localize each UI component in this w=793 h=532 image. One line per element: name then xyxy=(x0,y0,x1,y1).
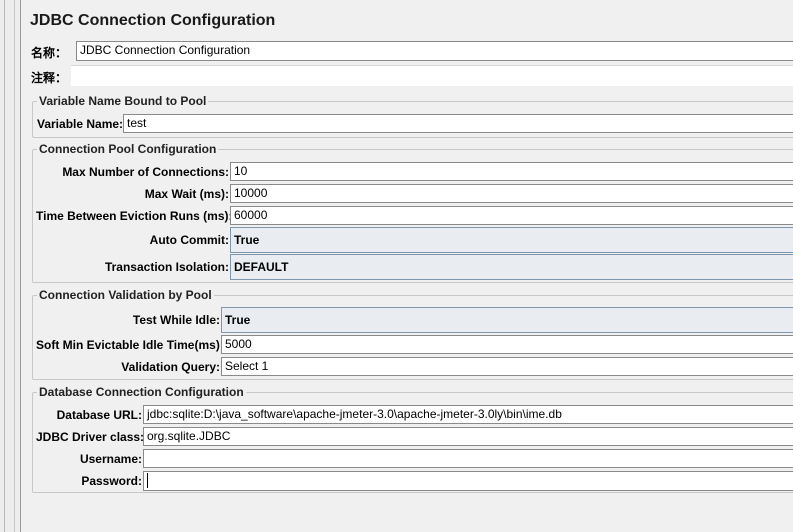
variable-name-group-legend: Variable Name Bound to Pool xyxy=(39,94,207,108)
connection-pool-group-legend: Connection Pool Configuration xyxy=(39,142,217,156)
page-title: JDBC Connection Configuration xyxy=(30,12,276,29)
validation-query-label: Validation Query: xyxy=(121,360,220,374)
driver-class-field[interactable]: org.sqlite.JDBC xyxy=(143,427,793,446)
driver-class-label: JDBC Driver class: xyxy=(36,430,145,444)
text-cursor xyxy=(147,473,148,488)
validation-query-field[interactable]: Select 1 xyxy=(221,357,793,376)
eviction-runs-field[interactable]: 60000 xyxy=(230,206,793,225)
max-wait-field[interactable]: 10000 xyxy=(230,184,793,203)
password-field[interactable] xyxy=(143,471,793,491)
name-label: 名称： xyxy=(31,46,68,60)
test-while-idle-label: Test While Idle: xyxy=(132,313,220,327)
eviction-runs-label: Time Between Eviction Runs (ms): xyxy=(36,209,233,223)
comment-field[interactable] xyxy=(71,65,793,86)
tree-panel-edge xyxy=(0,0,20,532)
database-url-label: Database URL: xyxy=(56,408,142,422)
soft-min-evictable-field[interactable]: 5000 xyxy=(221,335,793,354)
database-url-field[interactable]: jdbc:sqlite:D:\java_software\apache-jmet… xyxy=(143,405,793,424)
splitter-line[interactable] xyxy=(14,0,15,532)
auto-commit-label: Auto Commit: xyxy=(149,233,229,247)
test-while-idle-dropdown[interactable]: True xyxy=(221,307,793,333)
transaction-isolation-label: Transaction Isolation: xyxy=(104,260,229,274)
max-wait-label: Max Wait (ms): xyxy=(144,187,229,201)
tree-guide-line xyxy=(4,0,5,532)
max-connections-field[interactable]: 10 xyxy=(230,162,793,181)
variable-name-label: Variable Name: xyxy=(37,117,124,131)
username-label: Username: xyxy=(79,452,142,466)
variable-name-field[interactable]: test xyxy=(123,114,793,133)
auto-commit-dropdown[interactable]: True xyxy=(230,227,793,253)
connection-validation-group-legend: Connection Validation by Pool xyxy=(39,288,212,302)
password-label: Password: xyxy=(81,474,142,488)
name-field[interactable]: JDBC Connection Configuration xyxy=(76,41,793,61)
comment-label: 注释： xyxy=(31,71,68,85)
username-field[interactable] xyxy=(143,449,793,468)
database-connection-group-legend: Database Connection Configuration xyxy=(39,385,244,399)
transaction-isolation-dropdown[interactable]: DEFAULT xyxy=(230,254,793,280)
max-connections-label: Max Number of Connections: xyxy=(62,165,229,179)
config-panel: JDBC Connection Configuration 名称： JDBC C… xyxy=(20,0,793,532)
soft-min-evictable-label: Soft Min Evictable Idle Time(ms): xyxy=(36,338,224,352)
